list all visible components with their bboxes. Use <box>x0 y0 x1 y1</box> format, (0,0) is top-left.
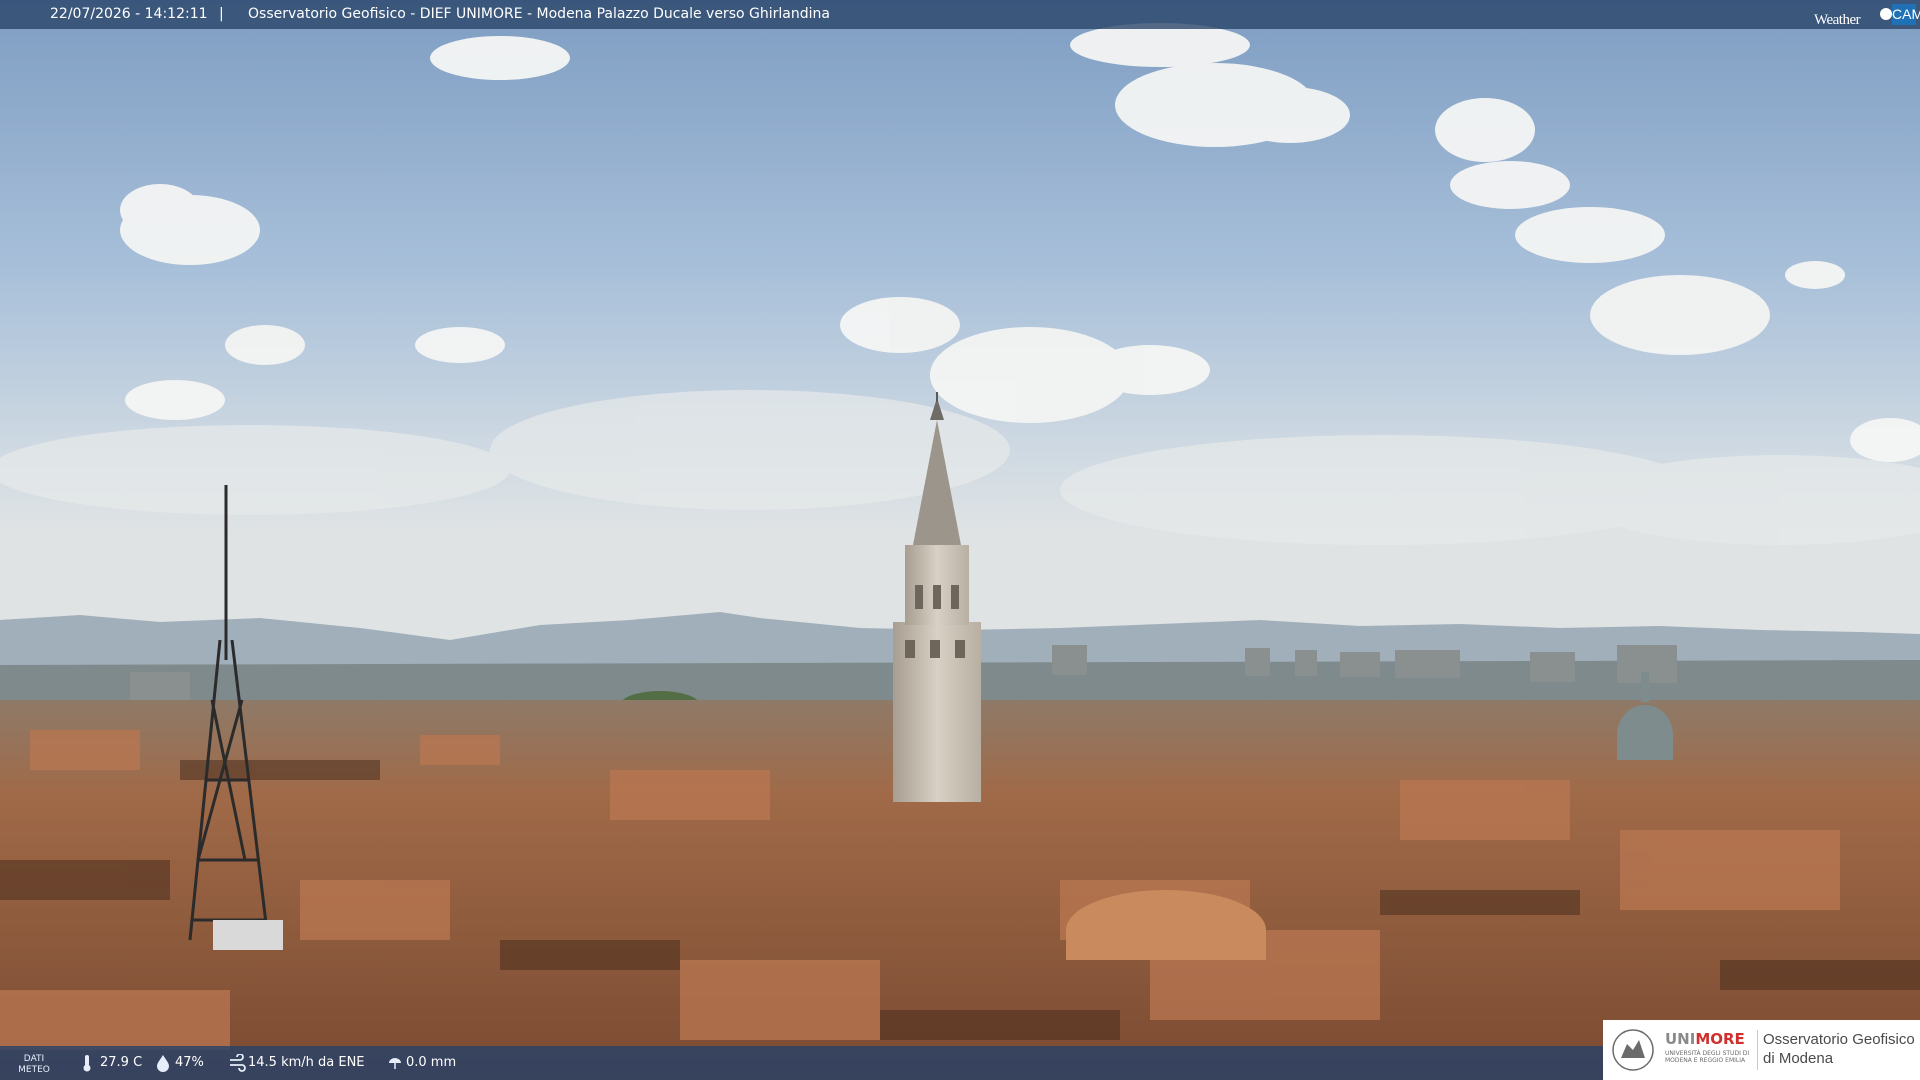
unimore-wordmark: UNIMORE <box>1665 1030 1745 1048</box>
wind-icon <box>230 1054 246 1072</box>
weathercam-logo-text: Weather <box>1814 12 1861 28</box>
humidity-drop-icon <box>157 1055 169 1072</box>
logo-divider <box>1757 1030 1758 1070</box>
rain-value: 0.0 mm <box>406 1055 457 1070</box>
humidity-value: 47% <box>175 1055 204 1070</box>
weathercam-logo-cam: CAM <box>1892 4 1920 25</box>
mast-cabinet <box>213 920 283 950</box>
thermometer-icon <box>83 1055 91 1072</box>
temperature-value: 27.9 C <box>100 1055 143 1070</box>
timestamp: 22/07/2026 - 14:12:11 <box>50 6 208 22</box>
camera-caption: Osservatorio Geofisico - DIEF UNIMORE - … <box>248 6 830 22</box>
unimore-logo: UNIMORE UNIVERSITÀ DEGLI STUDI DI MODENA… <box>1603 1020 1920 1080</box>
weathercam-logo: Weather CAM <box>1814 4 1920 28</box>
university-seal-icon <box>1612 1029 1654 1071</box>
header-bar: 22/07/2026 - 14:12:11 | Osservatorio Geo… <box>0 0 1920 29</box>
separator: | <box>219 6 224 22</box>
weathercam-dot-icon <box>1880 8 1892 20</box>
wind-value: 14.5 km/h da ENE <box>248 1055 365 1070</box>
weather-data-label: DATI METEO <box>18 1054 50 1075</box>
unimore-subtitle: UNIVERSITÀ DEGLI STUDI DI MODENA E REGGI… <box>1665 1050 1750 1064</box>
rain-icon <box>389 1058 401 1069</box>
observatory-name: Osservatorio Geofisico di Modena <box>1763 1031 1915 1067</box>
webcam-view <box>0 0 1920 1080</box>
